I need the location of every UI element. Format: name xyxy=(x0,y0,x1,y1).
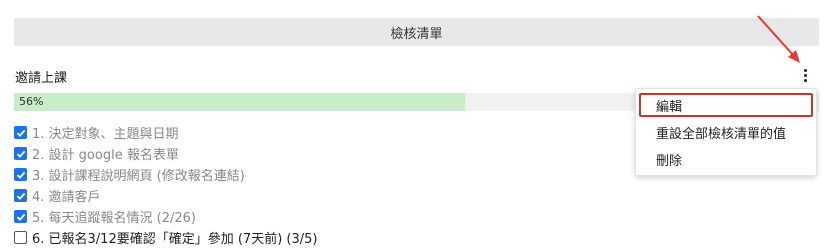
checkbox-unchecked[interactable] xyxy=(14,231,27,244)
menu-item-edit[interactable]: 編輯 xyxy=(639,93,813,117)
checklist-item-label: 5. 每天追蹤報名情況 (2/26) xyxy=(32,211,197,226)
checklist-items: 1. 決定對象、主題與日期 2. 設計 google 報名表單 3. 設計課程說明網… xyxy=(14,122,317,248)
checklist-item: 6. 已報名3/12要確認「確定」參加 (7天前) (3/5) xyxy=(14,227,317,248)
checkbox-checked[interactable] xyxy=(14,126,27,139)
checkbox-checked[interactable] xyxy=(14,147,27,160)
checkmark-icon xyxy=(16,171,25,179)
menu-item-reset-all[interactable]: 重設全部檢核清單的值 xyxy=(636,120,816,144)
checklist-header: 檢核清單 xyxy=(14,18,819,46)
menu-item-label: 重設全部檢核清單的值 xyxy=(656,126,787,142)
annotation-arrow-icon xyxy=(757,15,800,63)
checklist-item-label: 3. 設計課程說明網頁 (修改報名連結) xyxy=(32,169,245,184)
checklist-item-label: 1. 決定對象、主題與日期 xyxy=(32,127,179,142)
options-menu: 編輯 重設全部檢核清單的值 刪除 xyxy=(635,88,817,176)
checklist-item: 4. 邀請客戶 xyxy=(14,185,317,206)
checklist-header-title: 檢核清單 xyxy=(390,26,443,42)
menu-item-label: 刪除 xyxy=(656,153,683,169)
menu-item-label: 編輯 xyxy=(656,99,683,115)
checkmark-icon xyxy=(16,213,25,221)
progress-bar-fill xyxy=(14,93,465,111)
checklist-item-label: 6. 已報名3/12要確認「確定」參加 (7天前) (3/5) xyxy=(32,232,318,247)
checklist-item: 2. 設計 google 報名表單 xyxy=(14,143,317,164)
checklist-title: 邀請上課 xyxy=(15,71,68,86)
checkmark-icon xyxy=(16,129,25,137)
checklist-item: 1. 決定對象、主題與日期 xyxy=(14,122,317,143)
checkbox-checked[interactable] xyxy=(14,189,27,202)
checkmark-icon xyxy=(16,192,25,200)
checkbox-checked[interactable] xyxy=(14,210,27,223)
checklist-item-label: 2. 設計 google 報名表單 xyxy=(32,148,179,163)
checklist-item: 5. 每天追蹤報名情況 (2/26) xyxy=(14,206,317,227)
progress-percentage: 56% xyxy=(19,95,44,108)
checklist-item: 3. 設計課程說明網頁 (修改報名連結) xyxy=(14,164,317,185)
menu-item-delete[interactable]: 刪除 xyxy=(636,147,816,171)
checklist-item-label: 4. 邀請客戶 xyxy=(32,190,101,205)
more-vertical-icon-dot xyxy=(803,78,807,82)
more-vertical-icon-dot xyxy=(803,73,807,77)
checkbox-checked[interactable] xyxy=(14,168,27,181)
checkmark-icon xyxy=(16,150,25,158)
